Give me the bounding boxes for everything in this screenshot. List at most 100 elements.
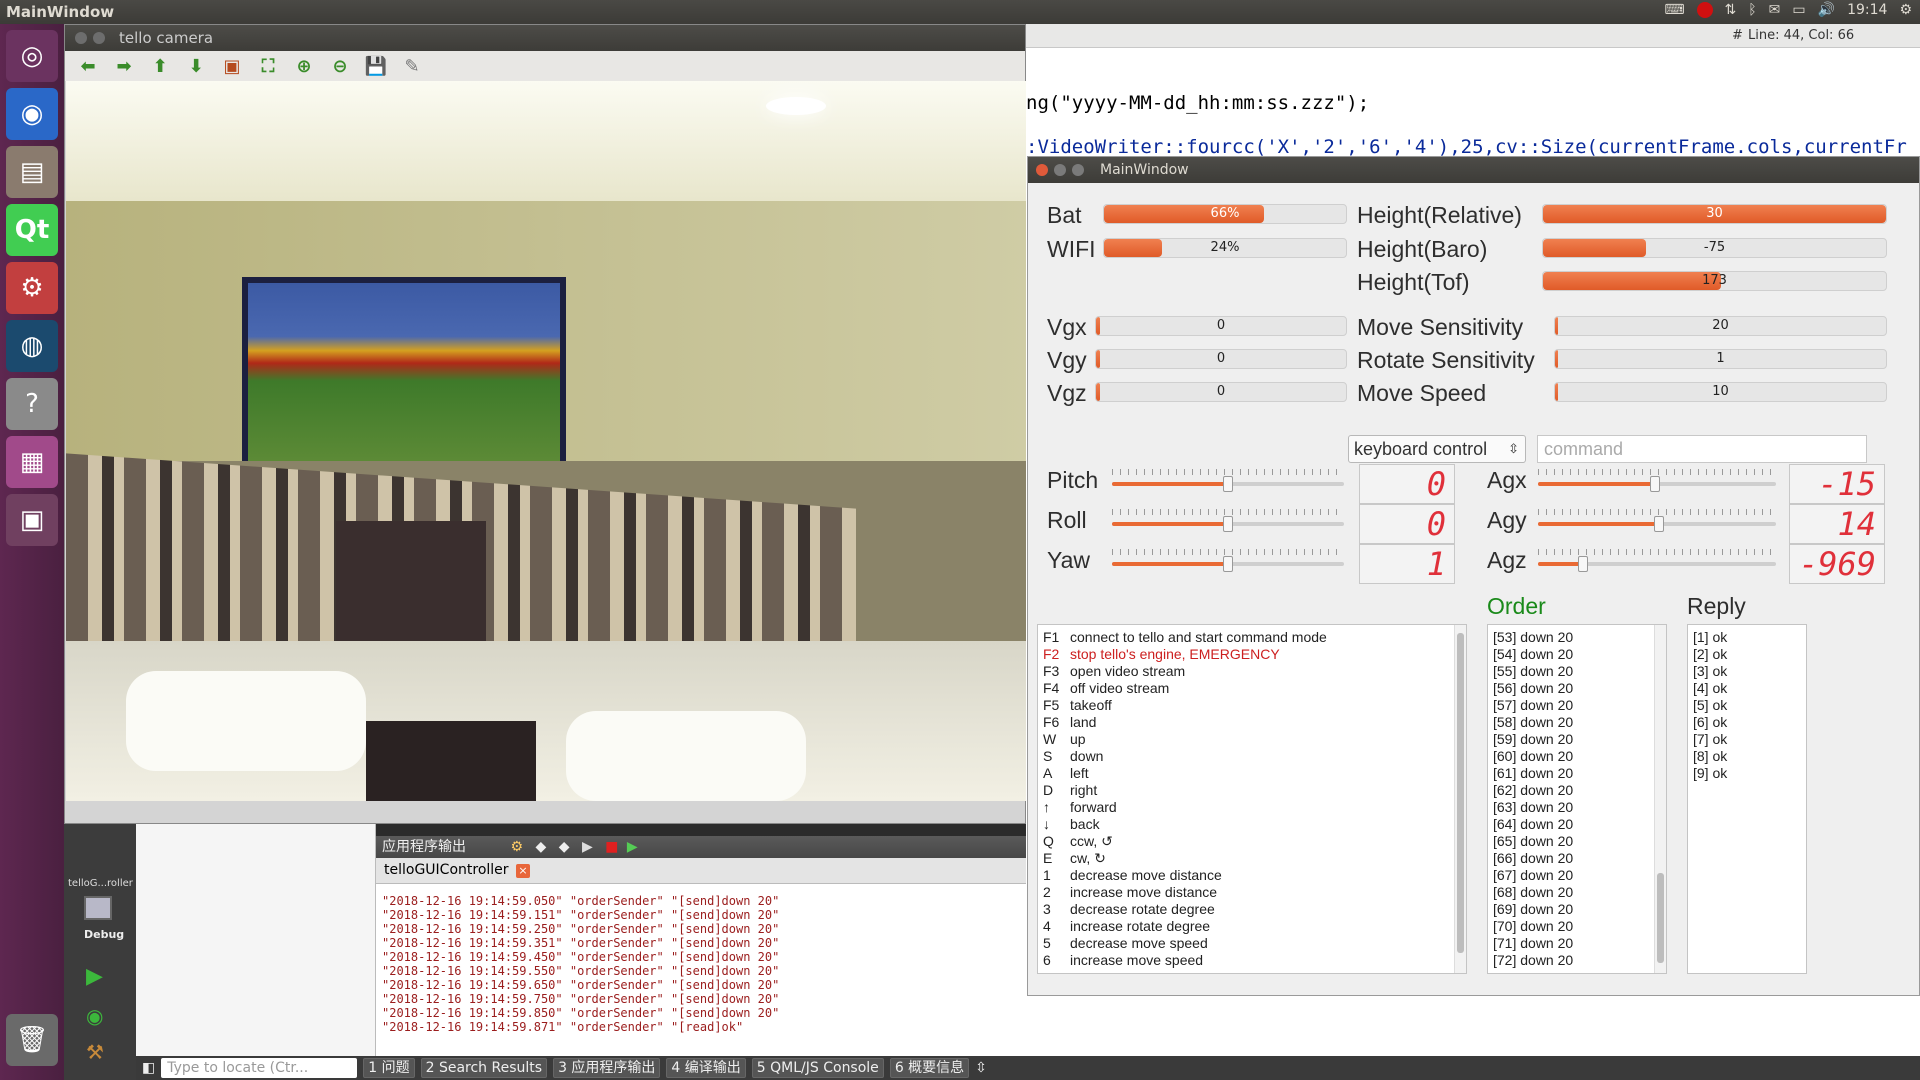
output-tab[interactable]: telloGUIController [384, 862, 509, 878]
record-icon[interactable] [1696, 2, 1713, 18]
output-pane-tab[interactable]: 3 应用程序输出 [553, 1058, 661, 1078]
reply-item[interactable]: [6] ok [1688, 714, 1806, 731]
window-switch-icon[interactable]: ▣ [6, 494, 58, 546]
fit-icon[interactable]: ⛶ [257, 55, 279, 77]
order-item[interactable]: [59] down 20 [1488, 731, 1666, 748]
dash-home-icon[interactable]: ◎ [6, 30, 58, 82]
code-line[interactable]: :VideoWriter::fourcc('X','2','6','4'),25… [1026, 136, 1907, 158]
maximize-icon[interactable] [1072, 164, 1084, 176]
keyboard-icon[interactable]: ⌨ [1664, 2, 1684, 18]
order-item[interactable]: [55] down 20 [1488, 663, 1666, 680]
key-help-row[interactable]: F2 stop tello's engine, EMERGENCY [1038, 646, 1466, 663]
rerun-icon[interactable]: ▶ [627, 839, 638, 855]
key-help-row[interactable]: F6 land [1038, 714, 1466, 731]
reply-item[interactable]: [8] ok [1688, 748, 1806, 765]
scrollbar[interactable] [1654, 625, 1666, 973]
key-help-row[interactable]: 3 decrease rotate degree [1038, 901, 1466, 918]
order-item[interactable]: [69] down 20 [1488, 901, 1666, 918]
close-icon[interactable] [1036, 164, 1048, 176]
trash-icon[interactable]: 🗑 [6, 1014, 58, 1066]
order-item[interactable]: [67] down 20 [1488, 867, 1666, 884]
bluetooth-icon[interactable]: ᛒ [1748, 2, 1756, 18]
reply-list[interactable]: [1] ok [2] ok [3] ok [4] ok [5] ok [6] ok [7] … [1687, 624, 1807, 974]
save-icon[interactable]: 💾 [365, 55, 387, 77]
control-mode-select[interactable]: keyboard control ⇳ [1348, 435, 1526, 463]
key-help-row[interactable]: 2 increase move distance [1038, 884, 1466, 901]
key-help-row[interactable]: Ecw, ↻ [1038, 850, 1466, 867]
code-line[interactable]: ng("yyyy-MM-dd_hh:mm:ss.zzz"); [1026, 92, 1369, 114]
next-icon[interactable]: ◆ [559, 839, 570, 855]
command-input[interactable]: command [1537, 435, 1867, 463]
order-item[interactable]: [58] down 20 [1488, 714, 1666, 731]
arrow-up-icon[interactable]: ⬆ [149, 55, 171, 77]
key-help-row[interactable]: F4 off video stream [1038, 680, 1466, 697]
network-icon[interactable]: ⇅ [1725, 2, 1737, 18]
key-help-row[interactable]: 4 increase rotate degree [1038, 918, 1466, 935]
output-pane-tab[interactable]: 4 编译输出 [666, 1058, 746, 1078]
reply-item[interactable]: [1] ok [1688, 629, 1806, 646]
order-item[interactable]: [63] down 20 [1488, 799, 1666, 816]
order-item[interactable]: [71] down 20 [1488, 935, 1666, 952]
battery-icon[interactable]: ▭ [1792, 2, 1805, 18]
reply-item[interactable]: [7] ok [1688, 731, 1806, 748]
reply-item[interactable]: [2] ok [1688, 646, 1806, 663]
more-icon[interactable]: ⇳ [975, 1060, 987, 1076]
reply-item[interactable]: [9] ok [1688, 765, 1806, 782]
image-icon[interactable]: ▣ [221, 55, 243, 77]
key-help-row[interactable]: Sdown [1038, 748, 1466, 765]
zoom-in-icon[interactable]: ⊕ [293, 55, 315, 77]
files-icon[interactable]: ▤ [6, 146, 58, 198]
order-item[interactable]: [56] down 20 [1488, 680, 1666, 697]
build-config[interactable]: Debug [84, 928, 124, 941]
help-icon[interactable]: ? [6, 378, 58, 430]
key-help-row[interactable]: Aleft [1038, 765, 1466, 782]
order-item[interactable]: [57] down 20 [1488, 697, 1666, 714]
project-name[interactable]: telloG...roller [68, 878, 133, 889]
agx-slider[interactable] [1538, 469, 1776, 494]
chromium-icon[interactable]: ◉ [6, 88, 58, 140]
mail-icon[interactable]: ✉ [1769, 2, 1781, 18]
pitch-slider[interactable] [1112, 469, 1344, 494]
minimize-icon[interactable] [93, 32, 105, 44]
output-pane-tab[interactable]: 2 Search Results [420, 1058, 548, 1078]
key-help-row[interactable]: Qccw, ↺ [1038, 833, 1466, 850]
output-pane-tab[interactable]: 5 QML/JS Console [751, 1058, 884, 1078]
key-help-list[interactable]: F1 connect to tello and start command mod… [1037, 624, 1467, 974]
key-help-row[interactable]: 1 decrease move distance [1038, 867, 1466, 884]
reply-item[interactable]: [4] ok [1688, 680, 1806, 697]
build-hammer-icon[interactable]: ⚒ [86, 1040, 104, 1064]
roll-slider[interactable] [1112, 509, 1344, 534]
arrow-left-icon[interactable]: ⬅ [77, 55, 99, 77]
close-tab-icon[interactable]: × [516, 864, 530, 878]
order-item[interactable]: [61] down 20 [1488, 765, 1666, 782]
reply-item[interactable]: [5] ok [1688, 697, 1806, 714]
key-help-row[interactable]: F3 open video stream [1038, 663, 1466, 680]
toggle-sidebar-icon[interactable]: ◧ [142, 1060, 155, 1076]
zoom-out-icon[interactable]: ⊖ [329, 55, 351, 77]
monitor-icon[interactable] [84, 896, 112, 920]
order-item[interactable]: [53] down 20 [1488, 629, 1666, 646]
order-item[interactable]: [62] down 20 [1488, 782, 1666, 799]
order-item[interactable]: [72] down 20 [1488, 952, 1666, 969]
key-help-row[interactable]: ↑ forward [1038, 799, 1466, 816]
minimize-icon[interactable] [1054, 164, 1066, 176]
output-pane-tab[interactable]: 1 问题 [363, 1058, 415, 1078]
application-output[interactable]: "2018-12-16 19:14:59.050" "orderSender" … [376, 884, 1026, 1056]
attach-icon[interactable]: ⚙ [510, 839, 523, 855]
key-help-row[interactable]: 5 decrease move speed [1038, 935, 1466, 952]
order-item[interactable]: [70] down 20 [1488, 918, 1666, 935]
key-help-row[interactable]: 6 increase move speed [1038, 952, 1466, 969]
scrollbar[interactable] [1454, 625, 1466, 973]
prev-icon[interactable]: ◆ [535, 839, 546, 855]
output-pane-tab[interactable]: 6 概要信息 [889, 1058, 970, 1078]
debug-run-icon[interactable]: ◉ [86, 1004, 103, 1028]
clock[interactable]: 19:14 [1847, 2, 1887, 18]
key-help-row[interactable]: ↓ back [1038, 816, 1466, 833]
workspace-icon[interactable]: ▦ [6, 436, 58, 488]
qt-creator-icon[interactable]: Qt [6, 204, 58, 256]
key-help-row[interactable]: F1 connect to tello and start command mod… [1038, 629, 1466, 646]
order-list[interactable]: [53] down 20 [54] down 20 [55] down 20 [56]… [1487, 624, 1667, 974]
settings-icon[interactable]: ⚙ [6, 262, 58, 314]
key-help-row[interactable]: Wup [1038, 731, 1466, 748]
order-item[interactable]: [60] down 20 [1488, 748, 1666, 765]
